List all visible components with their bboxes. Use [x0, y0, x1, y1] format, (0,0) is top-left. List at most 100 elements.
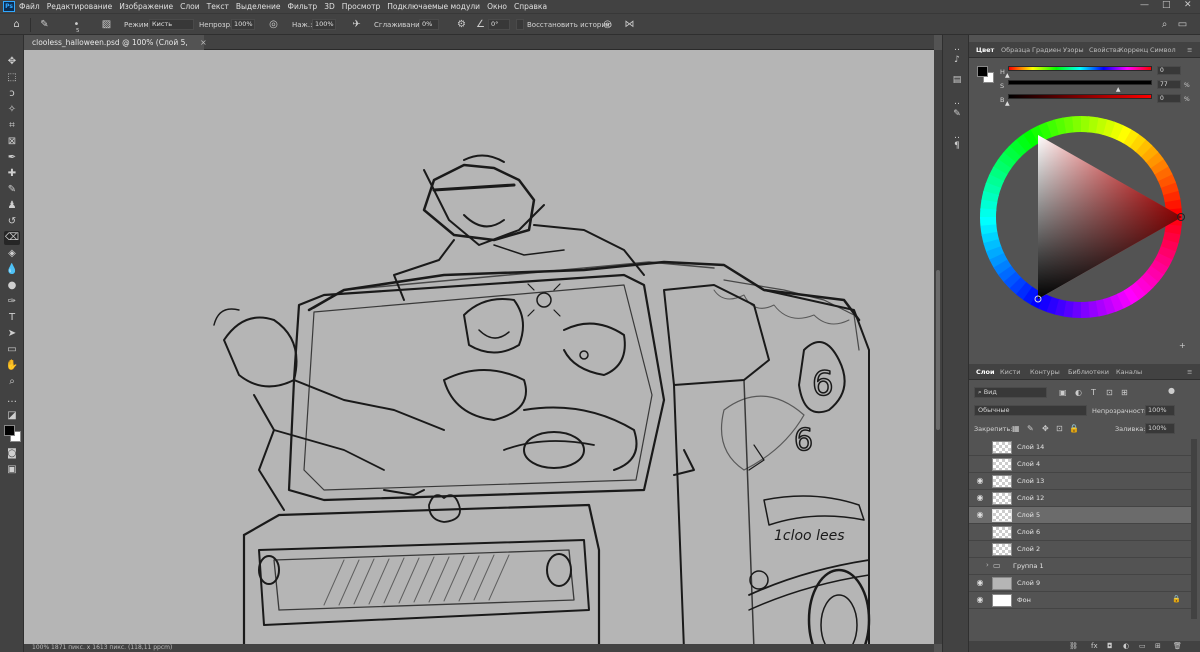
- screen-mode-icon[interactable]: ▣: [4, 463, 20, 477]
- menu-file[interactable]: Файл: [19, 2, 40, 11]
- filter-adjustment-icon[interactable]: ◐: [1075, 388, 1082, 397]
- brightness-slider-marker[interactable]: ▲: [1005, 100, 1010, 107]
- pressure-size-icon[interactable]: ◎: [601, 18, 614, 31]
- tab-character[interactable]: Символ: [1150, 42, 1176, 58]
- filter-smart-object-icon[interactable]: ⊞: [1121, 388, 1128, 397]
- blend-mode-select[interactable]: Обычные: [974, 405, 1087, 416]
- filter-shape-icon[interactable]: ⊡: [1106, 388, 1113, 397]
- eraser-tool-preset-icon[interactable]: ✎: [38, 18, 51, 31]
- color-panel-foreground-swatch[interactable]: [977, 66, 988, 77]
- tab-color[interactable]: Цвет: [976, 42, 994, 58]
- layer-comps-icon[interactable]: ▤: [950, 73, 964, 87]
- more-tools-icon[interactable]: …: [4, 393, 20, 407]
- marquee-tool-icon[interactable]: ⬚: [4, 71, 20, 85]
- fx-icon[interactable]: fx: [1091, 641, 1098, 652]
- tab-paths[interactable]: Контуры: [1030, 364, 1060, 380]
- fill-input[interactable]: 100%: [1145, 423, 1175, 434]
- pressure-opacity-icon[interactable]: ◎: [267, 18, 280, 31]
- layer-row[interactable]: Слой 4: [969, 456, 1191, 473]
- path-selection-tool-icon[interactable]: ➤: [4, 327, 20, 341]
- search-icon[interactable]: ⌕: [1158, 18, 1171, 31]
- tab-channels[interactable]: Каналы: [1116, 364, 1142, 380]
- paint-bucket-tool-icon[interactable]: ◈: [4, 247, 20, 261]
- history-panel-icon[interactable]: ♪: [950, 53, 964, 67]
- menu-3d[interactable]: 3D: [324, 2, 335, 11]
- saturation-slider[interactable]: [1008, 80, 1152, 85]
- layer-row[interactable]: ◉ Слой 13: [969, 473, 1191, 490]
- visibility-toggle-icon[interactable]: [975, 442, 985, 452]
- hue-slider[interactable]: [1008, 66, 1152, 71]
- lock-transparent-icon[interactable]: ▦: [1012, 424, 1020, 433]
- tab-swatches[interactable]: Образца: [1001, 42, 1030, 58]
- menu-view[interactable]: Просмотр: [342, 2, 381, 11]
- vertical-scrollbar[interactable]: [934, 50, 942, 644]
- crop-tool-icon[interactable]: ⌗: [4, 119, 20, 133]
- tab-adjustments[interactable]: Коррекц: [1119, 42, 1148, 58]
- saturation-slider-marker[interactable]: ▲: [1116, 86, 1121, 93]
- quick-select-tool-icon[interactable]: ✧: [4, 103, 20, 117]
- canvas[interactable]: 6 6 1cloo lees: [24, 50, 934, 644]
- pen-tool-icon[interactable]: ✑: [4, 295, 20, 309]
- filter-toggle-icon[interactable]: ●: [1168, 386, 1175, 395]
- expand-panel-icon[interactable]: +: [1179, 341, 1186, 350]
- quick-mask-icon[interactable]: ◙: [4, 447, 20, 461]
- menu-help[interactable]: Справка: [514, 2, 547, 11]
- layer-row[interactable]: ◉ Слой 12: [969, 490, 1191, 507]
- move-tool-icon[interactable]: ✥: [4, 55, 20, 69]
- eyedropper-tool-icon[interactable]: ✒: [4, 151, 20, 165]
- filter-pixel-icon[interactable]: ▣: [1059, 388, 1067, 397]
- tab-layers[interactable]: Слои: [976, 364, 995, 380]
- close-window-button[interactable]: ✕: [1184, 0, 1192, 10]
- healing-brush-tool-icon[interactable]: ✚: [4, 167, 20, 181]
- visibility-eye-icon[interactable]: ◉: [975, 578, 985, 588]
- color-wheel[interactable]: [977, 110, 1185, 325]
- layer-filter-select[interactable]: ⌕ Вид: [974, 387, 1047, 398]
- mode-select[interactable]: Кисть: [149, 19, 194, 30]
- clone-stamp-tool-icon[interactable]: ♟: [4, 199, 20, 213]
- workspace-icon[interactable]: ▭: [1176, 18, 1189, 31]
- new-layer-icon[interactable]: ⊞: [1155, 641, 1161, 652]
- brush-settings-icon[interactable]: ▨: [100, 18, 113, 31]
- new-group-icon[interactable]: ▭: [1139, 641, 1146, 652]
- delete-layer-icon[interactable]: 🗑: [1173, 641, 1182, 652]
- symmetry-butterfly-icon[interactable]: ⋈: [623, 18, 636, 31]
- adjustment-layer-icon[interactable]: ◐: [1123, 641, 1129, 652]
- visibility-toggle-icon[interactable]: [975, 459, 985, 469]
- dodge-tool-icon[interactable]: ●: [4, 279, 20, 293]
- maximize-button[interactable]: □: [1162, 0, 1171, 10]
- document-tab[interactable]: clooless_halloween.psd @ 100% (Слой 5, R…: [24, 35, 204, 62]
- angle-input[interactable]: 0°: [488, 19, 510, 30]
- default-colors-icon[interactable]: ◪: [4, 409, 20, 423]
- brush-tool-icon[interactable]: ✎: [4, 183, 20, 197]
- menu-plugins[interactable]: Подключаемые модули: [387, 2, 480, 11]
- smoothing-settings-gear-icon[interactable]: ⚙: [455, 18, 468, 31]
- close-tab-button[interactable]: ×: [200, 35, 207, 50]
- menu-select[interactable]: Выделение: [236, 2, 281, 11]
- background-layer-row[interactable]: ◉ Фон 🔒: [969, 592, 1191, 609]
- zoom-tool-icon[interactable]: ⌕: [4, 375, 20, 389]
- home-icon[interactable]: ⌂: [10, 18, 23, 31]
- lock-pixels-icon[interactable]: ✎: [1027, 424, 1034, 433]
- link-layers-icon[interactable]: ⛓: [1069, 641, 1078, 652]
- layers-panel-menu-icon[interactable]: ≡: [1187, 364, 1192, 380]
- lock-all-icon[interactable]: 🔒: [1069, 424, 1079, 433]
- history-brush-tool-icon[interactable]: ↺: [4, 215, 20, 229]
- tab-properties[interactable]: Свойства: [1089, 42, 1121, 58]
- lock-artboard-icon[interactable]: ⊡: [1056, 424, 1063, 433]
- group-row[interactable]: › ▭ Группа 1: [969, 558, 1191, 575]
- layer-row[interactable]: Слой 2: [969, 541, 1191, 558]
- hand-tool-icon[interactable]: ✋: [4, 359, 20, 373]
- rectangle-tool-icon[interactable]: ▭: [4, 343, 20, 357]
- layer-row[interactable]: Слой 6: [969, 524, 1191, 541]
- menu-image[interactable]: Изображение: [119, 2, 173, 11]
- airbrush-icon[interactable]: ✈: [350, 18, 363, 31]
- visibility-toggle-icon[interactable]: [975, 527, 985, 537]
- tab-libraries[interactable]: Библиотеки: [1068, 364, 1109, 380]
- visibility-eye-icon[interactable]: ◉: [975, 493, 985, 503]
- frame-tool-icon[interactable]: ⊠: [4, 135, 20, 149]
- layer-row-selected[interactable]: ◉ Слой 5: [969, 507, 1191, 524]
- menu-filter[interactable]: Фильтр: [288, 2, 318, 11]
- restore-history-checkbox[interactable]: [516, 19, 524, 30]
- type-tool-icon[interactable]: T: [4, 311, 20, 325]
- minimize-button[interactable]: —: [1140, 0, 1149, 10]
